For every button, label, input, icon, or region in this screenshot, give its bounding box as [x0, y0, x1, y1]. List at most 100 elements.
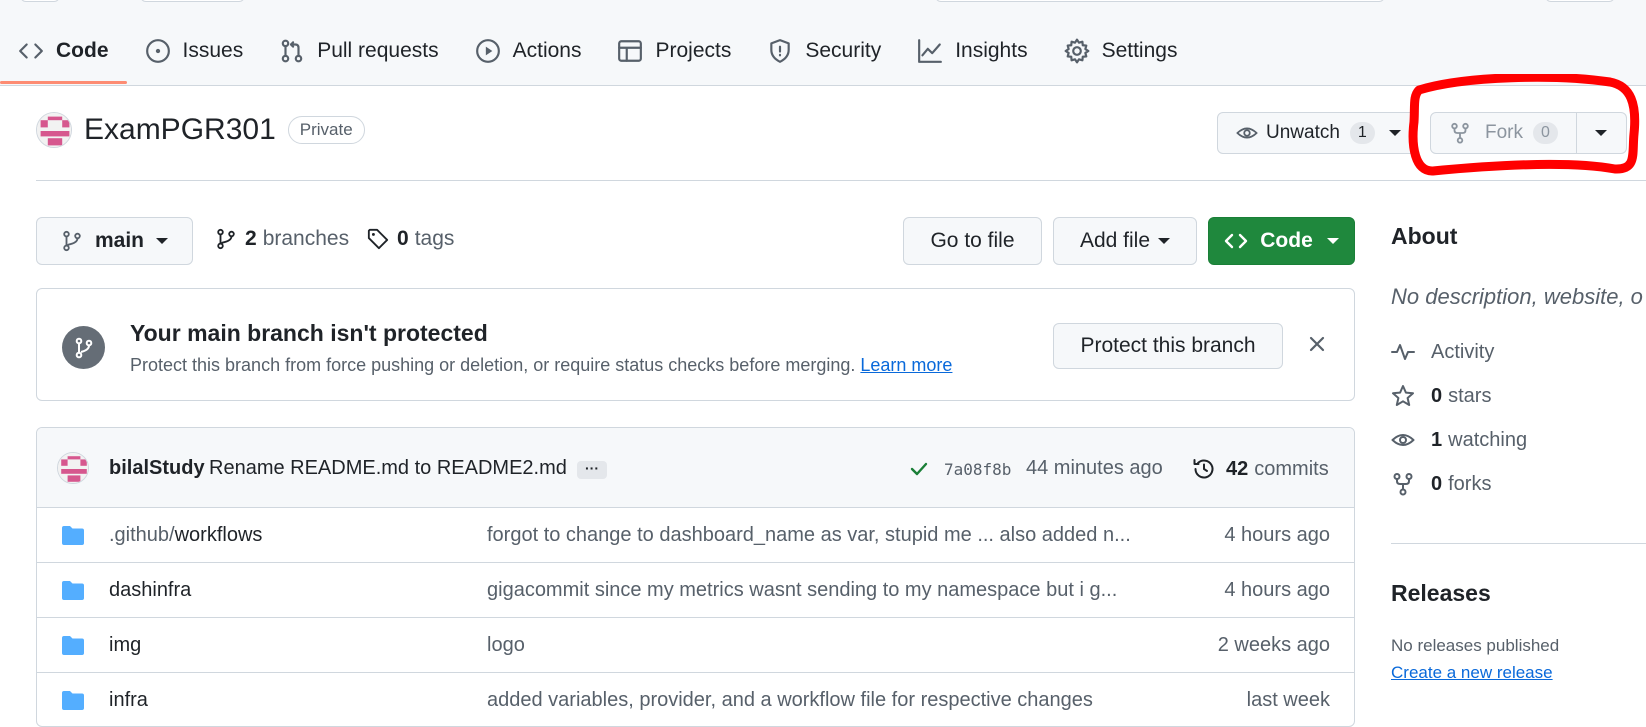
forks-link[interactable]: 0 forks: [1391, 472, 1491, 496]
code-dropdown-button[interactable]: Code: [1208, 217, 1355, 265]
visibility-badge: Private: [287, 116, 365, 144]
repo-name[interactable]: ExamPGR301: [84, 113, 276, 147]
forks-label: forks: [1448, 472, 1492, 495]
fork-button[interactable]: Fork 0: [1430, 112, 1577, 154]
file-commit-message[interactable]: added variables, provider, and a workflo…: [487, 689, 1093, 712]
about-description: No description, website, o: [1391, 284, 1643, 309]
commits-history-link[interactable]: 42 commits: [1192, 457, 1329, 481]
history-icon: [1193, 459, 1214, 479]
chevron-down-icon: [1388, 130, 1401, 136]
partial-top-right-button[interactable]: [1545, 0, 1615, 2]
watching-link[interactable]: 1 watching: [1391, 428, 1527, 452]
folder-icon: [62, 581, 84, 600]
watch-counter: 1: [1349, 122, 1375, 144]
watching-label: watching: [1448, 428, 1528, 451]
partial-top-control[interactable]: [140, 0, 245, 2]
branch-select-button[interactable]: main: [36, 217, 193, 265]
tab-security[interactable]: Security: [749, 28, 899, 74]
tab-label: Code: [56, 39, 109, 62]
watching-count: 1: [1431, 428, 1443, 451]
fork-button-group: Fork 0: [1430, 112, 1627, 154]
file-row[interactable]: dashinfra gigacommit since my metrics wa…: [37, 563, 1354, 618]
owner-avatar[interactable]: [36, 112, 72, 148]
branch-icon-badge: [62, 326, 105, 369]
file-commit-message[interactable]: forgot to change to dashboard_name as va…: [487, 524, 1131, 547]
protect-branch-button[interactable]: Protect this branch: [1053, 323, 1283, 369]
commit-sha[interactable]: 7a08f8b: [944, 460, 1011, 479]
fork-dropdown-button[interactable]: [1576, 112, 1627, 154]
tab-insights[interactable]: Insights: [899, 28, 1045, 74]
banner-title: Your main branch isn't protected: [130, 320, 488, 346]
repo-nav-bar: Code Issues Pull requests Actions Projec…: [0, 0, 1646, 86]
file-row[interactable]: .github/workflows forgot to change to da…: [37, 508, 1354, 563]
folder-icon: [62, 691, 84, 710]
table-icon: [618, 40, 643, 62]
activity-link[interactable]: Activity: [1391, 340, 1494, 364]
file-commit-time: 4 hours ago: [1224, 579, 1330, 601]
check-icon[interactable]: [909, 459, 929, 479]
learn-more-link[interactable]: Learn more: [860, 355, 952, 375]
activity-label: Activity: [1431, 340, 1495, 363]
file-row[interactable]: infra added variables, provider, and a w…: [37, 673, 1354, 726]
tab-projects[interactable]: Projects: [599, 28, 749, 74]
tab-issues[interactable]: Issues: [127, 28, 262, 74]
file-row[interactable]: img logo 2 weeks ago: [37, 618, 1354, 673]
chevron-down-icon: [1595, 130, 1608, 136]
stars-count: 0: [1431, 384, 1443, 407]
banner-description-text: Protect this branch from force pushing o…: [130, 355, 856, 375]
unwatch-button[interactable]: Unwatch 1: [1217, 112, 1416, 154]
tab-label: Pull requests: [317, 39, 439, 62]
file-commit-time: 4 hours ago: [1224, 524, 1330, 546]
tab-settings[interactable]: Settings: [1046, 28, 1196, 74]
partial-top-button[interactable]: [20, 0, 60, 2]
pull-request-icon: [281, 39, 303, 63]
git-branch-icon: [63, 230, 81, 252]
tags-link[interactable]: 0 tags: [367, 227, 454, 251]
tab-label: Issues: [182, 39, 244, 62]
tab-code[interactable]: Code: [0, 28, 127, 84]
file-name[interactable]: infra: [109, 689, 148, 712]
code-button-label: Code: [1260, 229, 1313, 252]
commit-expand-button[interactable]: ···: [577, 461, 607, 479]
file-name-text: workflows: [174, 524, 263, 546]
branches-link[interactable]: 2 branches: [215, 227, 349, 251]
repo-header: ExamPGR301 Private: [36, 112, 365, 148]
file-commit-time: 2 weeks ago: [1217, 634, 1330, 656]
file-name[interactable]: dashinfra: [109, 579, 191, 602]
file-dir-prefix: .github/: [109, 524, 175, 546]
tab-actions[interactable]: Actions: [457, 28, 600, 74]
tab-label: Insights: [955, 39, 1028, 62]
tab-pull-requests[interactable]: Pull requests: [261, 28, 456, 74]
branches-label: branches: [262, 227, 350, 250]
releases-heading[interactable]: Releases: [1391, 580, 1491, 607]
commit-message[interactable]: Rename README.md to README2.md: [209, 457, 567, 480]
commit-author-avatar[interactable]: [57, 452, 89, 484]
file-commit-message[interactable]: logo: [487, 634, 525, 657]
tab-label: Settings: [1101, 39, 1178, 62]
close-icon[interactable]: [1307, 334, 1327, 354]
partial-search-field[interactable]: [935, 0, 1385, 2]
git-branch-icon: [217, 228, 235, 250]
add-file-button[interactable]: Add file: [1053, 217, 1197, 265]
file-name[interactable]: img: [109, 634, 141, 657]
branches-count: 2: [245, 227, 257, 250]
commits-count: 42: [1226, 457, 1249, 480]
create-release-link[interactable]: Create a new release: [1391, 663, 1553, 683]
commit-author[interactable]: bilalStudy: [109, 457, 205, 480]
go-to-file-button[interactable]: Go to file: [903, 217, 1042, 265]
identicon: [58, 453, 88, 483]
file-name[interactable]: .github/workflows: [109, 524, 262, 547]
folder-icon: [62, 526, 84, 545]
tags-count: 0: [397, 227, 409, 250]
file-commit-message[interactable]: gigacommit since my metrics wasnt sendin…: [487, 579, 1117, 602]
unwatch-label: Unwatch: [1266, 122, 1340, 143]
tab-label: Projects: [655, 39, 732, 62]
repo-tabs: Code Issues Pull requests Actions Projec…: [0, 28, 1195, 86]
stars-label: stars: [1448, 384, 1492, 407]
stars-link[interactable]: 0 stars: [1391, 384, 1491, 408]
identicon: [37, 113, 71, 147]
play-icon: [475, 39, 500, 63]
branch-name: main: [95, 229, 145, 252]
pulse-icon: [1391, 344, 1415, 360]
header-divider: [36, 180, 1646, 181]
